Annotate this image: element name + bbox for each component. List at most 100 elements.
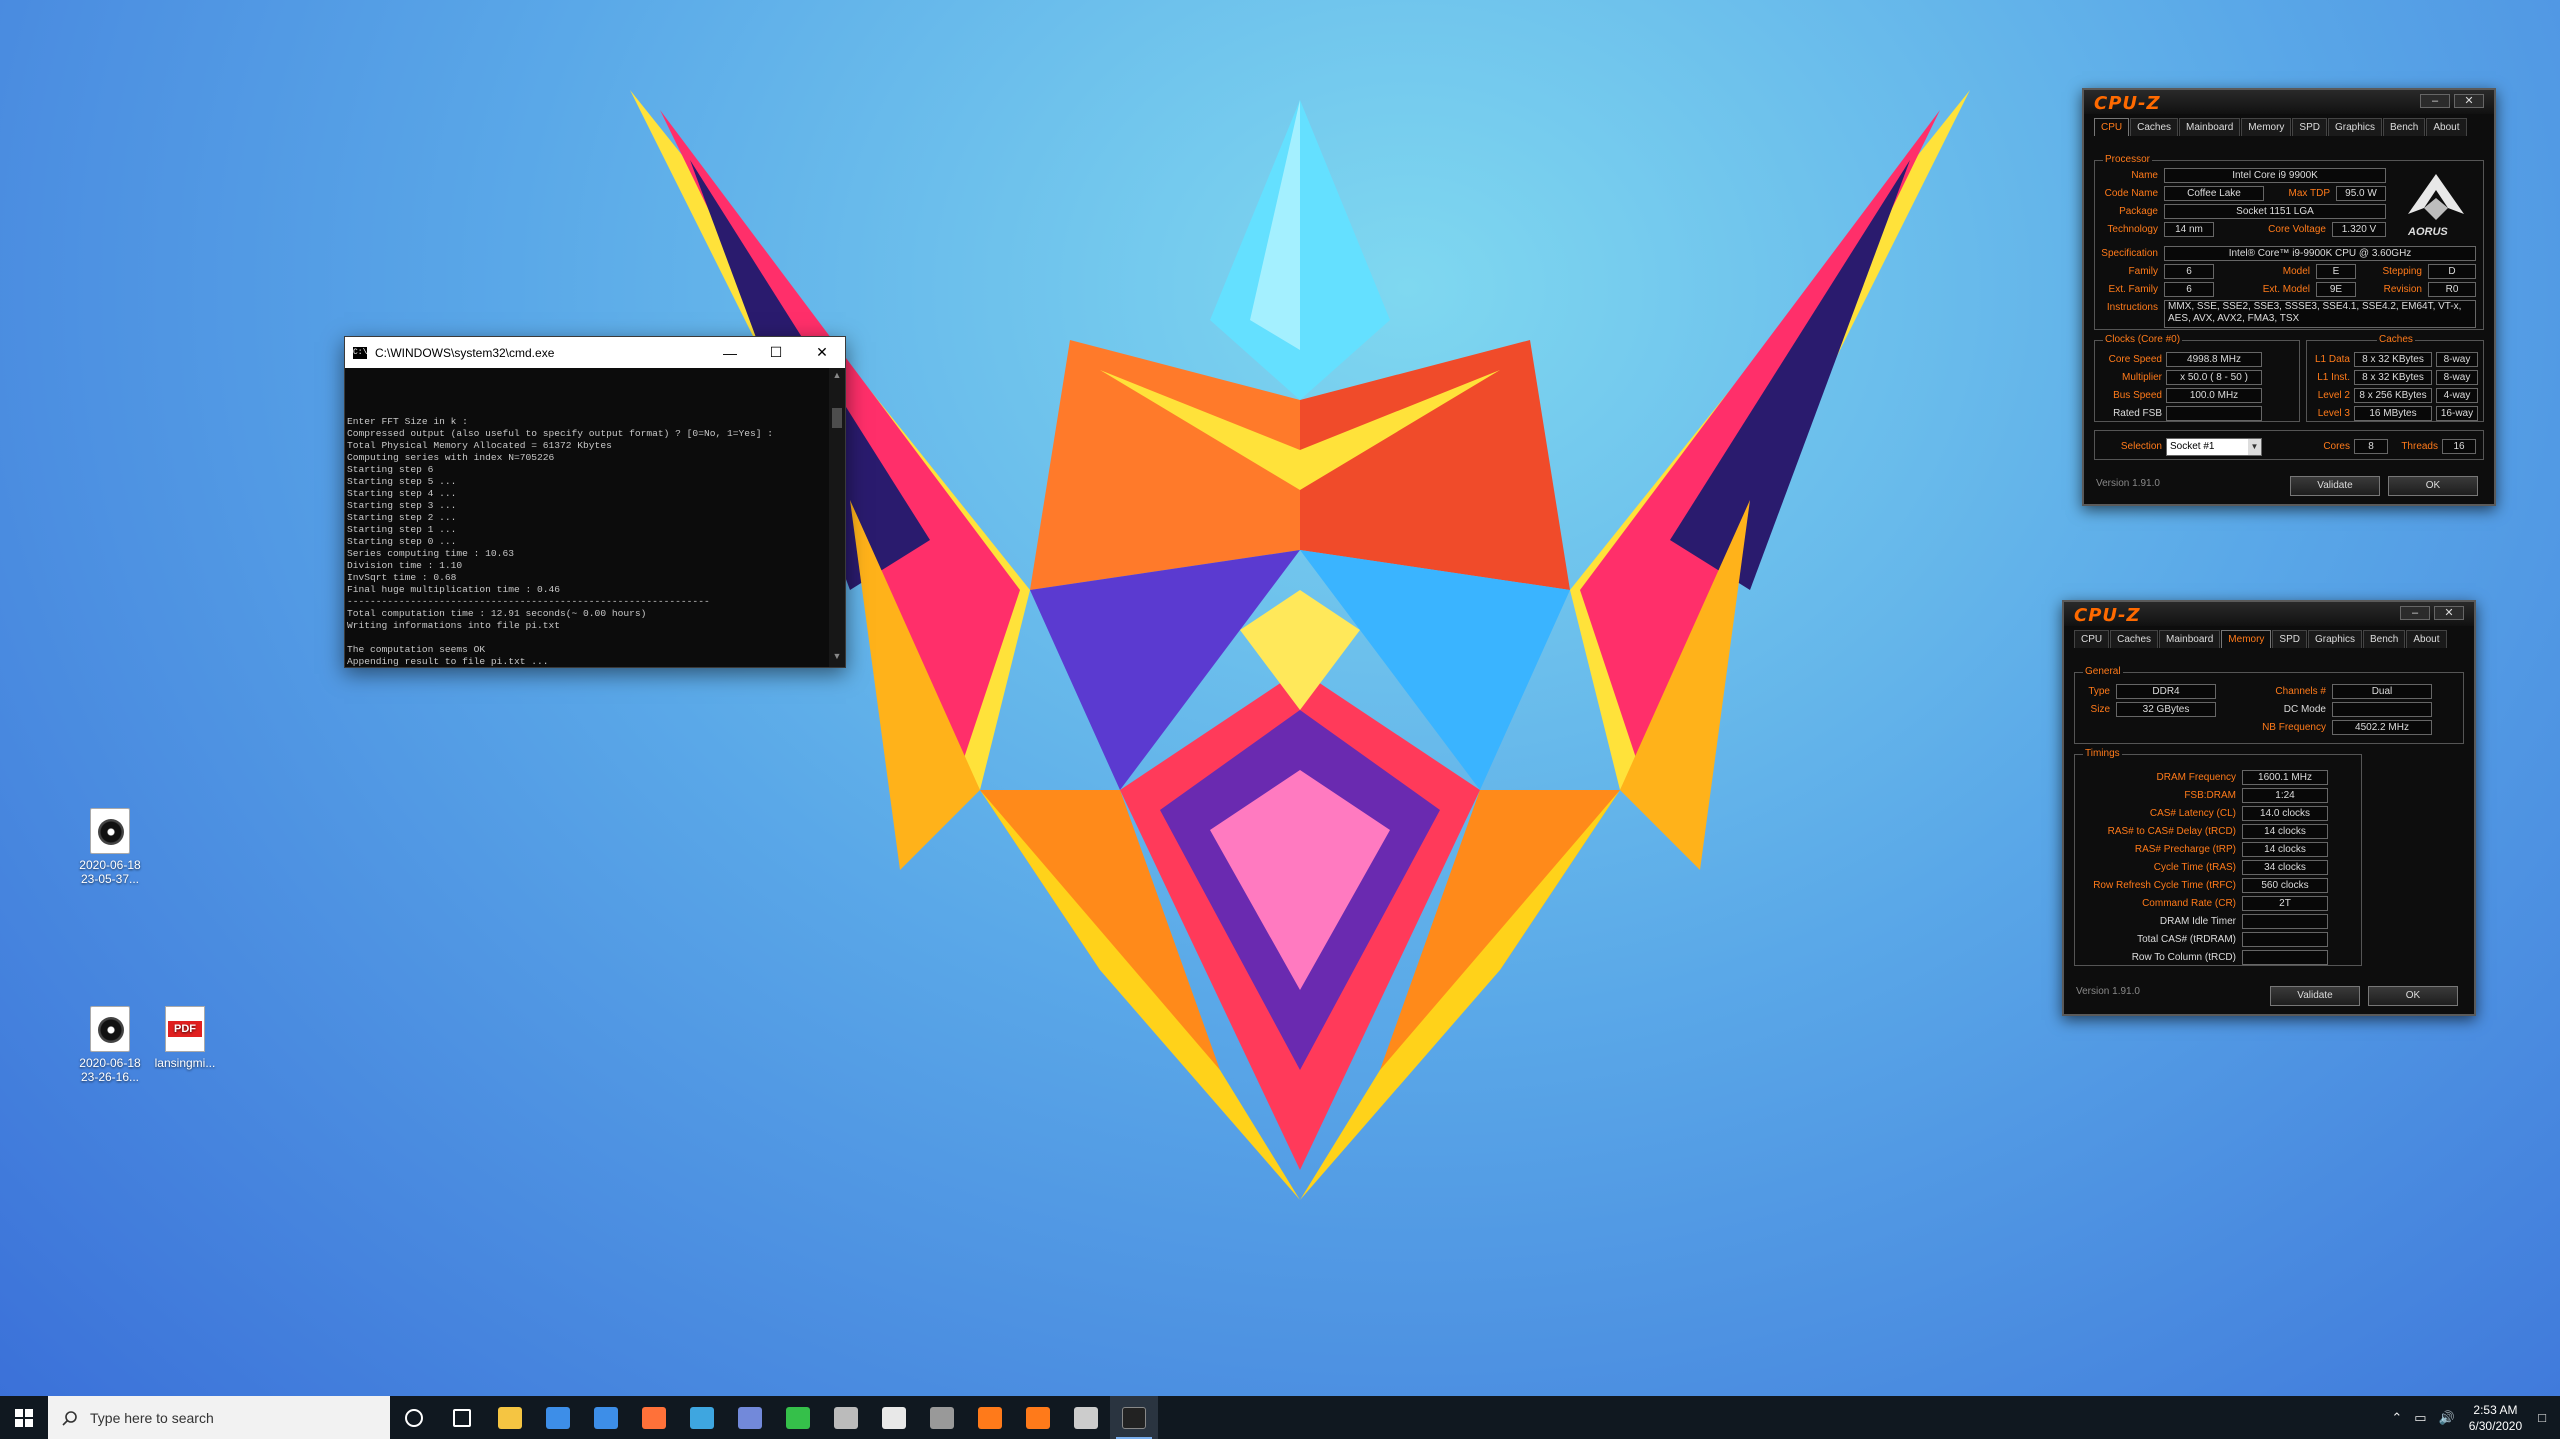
desktop-icon-file-1[interactable]: 2020-06-18 23-05-37... [65,808,155,886]
ok-button[interactable]: OK [2388,476,2478,496]
search-box[interactable]: Type here to search [48,1396,390,1439]
wallpaper-art [630,90,1970,1200]
timing-label: Row To Column (tRCD) [2131,952,2236,963]
taskbar-app[interactable] [534,1396,582,1439]
taskbar-app[interactable] [438,1396,486,1439]
cpuz-tabs: CPU Caches Mainboard Memory SPD Graphics… [2074,630,2448,648]
task-view-icon [453,1408,471,1427]
extfamily-label: Ext. Family [2108,284,2158,295]
timing-label: Row Refresh Cycle Time (tRFC) [2093,880,2236,891]
taskbar-app[interactable] [726,1396,774,1439]
tab-mainboard[interactable]: Mainboard [2159,630,2221,648]
taskbar-app[interactable] [774,1396,822,1439]
validate-button[interactable]: Validate [2290,476,2380,496]
cmd-title-bar[interactable]: C:\ C:\WINDOWS\system32\cmd.exe — ☐ ✕ [345,337,845,368]
taskbar-app[interactable] [678,1396,726,1439]
maximize-button[interactable]: ☐ [753,337,799,368]
taskbar-app[interactable] [390,1396,438,1439]
tab-about[interactable]: About [2426,118,2467,136]
scroll-up-icon[interactable]: ▲ [829,370,845,384]
level3-value: 16 MBytes [2354,406,2432,421]
tab-bench[interactable]: Bench [2383,118,2426,136]
tab-spd[interactable]: SPD [2272,630,2307,648]
tab-memory[interactable]: Memory [2221,630,2272,648]
cpuz-title-bar[interactable]: CPU-Z – ✕ [2084,90,2494,114]
multiplier-value: x 50.0 ( 8 - 50 ) [2166,370,2262,385]
ok-button[interactable]: OK [2368,986,2458,1006]
notifications-icon[interactable]: □ [2538,1410,2546,1425]
tab-spd[interactable]: SPD [2292,118,2327,136]
close-button[interactable]: ✕ [799,337,845,368]
busspeed-label: Bus Speed [2113,390,2162,401]
start-button[interactable] [0,1396,48,1439]
level3-label: Level 3 [2317,408,2350,419]
revision-value: R0 [2428,282,2476,297]
tab-graphics[interactable]: Graphics [2307,630,2362,648]
taskbar-app[interactable] [1014,1396,1062,1439]
selection-label: Selection [2120,441,2162,452]
cmd-scrollbar[interactable]: ▲ ▼ [829,368,845,667]
desktop-icon-pdf[interactable]: PDF lansingmi... [140,1006,230,1070]
taskbar-app[interactable] [582,1396,630,1439]
disc-file-icon [90,1006,130,1052]
minimize-button[interactable]: – [2400,606,2430,620]
tab-caches[interactable]: Caches [2110,630,2159,648]
cpuz-cpu-window[interactable]: CPU-Z – ✕ CPU Caches Mainboard Memory SP… [2082,88,2496,506]
timing-value [2242,932,2328,947]
cpuz-logo: CPU-Z [2074,605,2141,626]
volume-icon[interactable]: 🔊 [2439,1410,2455,1426]
taskbar-app[interactable] [486,1396,534,1439]
stepping-value: D [2428,264,2476,279]
close-button[interactable]: ✕ [2434,606,2464,620]
tab-cpu[interactable]: CPU [2074,630,2110,648]
aorus-text: AORUS [2408,226,2448,238]
disc-file-icon [90,808,130,854]
l1data-label: L1 Data [2314,354,2350,365]
chevron-down-icon[interactable]: ▼ [2248,439,2261,455]
cpuz-title-bar[interactable]: CPU-Z – ✕ [2064,602,2474,626]
system-tray: ⌃ ▭ 🔊 2:53 AM 6/30/2020 □ [2385,1396,2560,1439]
timing-value: 560 clocks [2242,878,2328,893]
cmd-window[interactable]: C:\ C:\WINDOWS\system32\cmd.exe — ☐ ✕ En… [344,336,846,668]
tab-graphics[interactable]: Graphics [2327,118,2382,136]
minimize-button[interactable]: — [707,337,753,368]
taskbar-app[interactable] [822,1396,870,1439]
taskbar-app[interactable] [966,1396,1014,1439]
scroll-down-icon[interactable]: ▼ [829,651,845,665]
minimize-button[interactable]: – [2420,94,2450,108]
channels-label: Channels # [2275,686,2326,697]
close-button[interactable]: ✕ [2454,94,2484,108]
scroll-thumb[interactable] [832,408,842,428]
codename-label: Code Name [2104,188,2158,199]
level2-value: 8 x 256 KBytes [2354,388,2432,403]
family-label: Family [2128,266,2158,277]
network-icon[interactable]: ▭ [2414,1410,2426,1426]
cpuz-memory-window[interactable]: CPU-Z – ✕ CPU Caches Mainboard Memory SP… [2062,600,2476,1016]
tab-mainboard[interactable]: Mainboard [2179,118,2241,136]
tab-about[interactable]: About [2406,630,2447,648]
tab-bench[interactable]: Bench [2363,630,2406,648]
cmd-line: Starting step 5 ... [347,476,457,487]
taskbar-app[interactable] [918,1396,966,1439]
cmd-line: Appending result to file pi.txt ... [347,656,549,667]
timing-label: DRAM Idle Timer [2159,916,2236,927]
tab-cpu[interactable]: CPU [2094,118,2130,136]
revision-label: Revision [2383,284,2422,295]
taskbar-app[interactable] [1062,1396,1110,1439]
validate-button[interactable]: Validate [2270,986,2360,1006]
taskbar-app[interactable] [1110,1396,1158,1439]
instructions-line-2: AES, AVX, AVX2, FMA3, TSX [2168,313,2300,324]
chevron-up-icon[interactable]: ⌃ [2391,1410,2402,1426]
clock[interactable]: 2:53 AM 6/30/2020 [2469,1402,2522,1434]
taskbar-app[interactable] [870,1396,918,1439]
cmd-icon: C:\ [353,346,368,359]
l1inst-value: 8 x 32 KBytes [2354,370,2432,385]
level3-way: 16-way [2436,406,2478,421]
cmd-title: C:\WINDOWS\system32\cmd.exe [375,345,555,360]
timing-value [2242,914,2328,929]
tab-caches[interactable]: Caches [2130,118,2179,136]
tab-memory[interactable]: Memory [2241,118,2292,136]
timing-value: 34 clocks [2242,860,2328,875]
cmd-output[interactable]: Enter FFT Size in k : Compressed output (… [345,368,829,667]
taskbar-app[interactable] [630,1396,678,1439]
